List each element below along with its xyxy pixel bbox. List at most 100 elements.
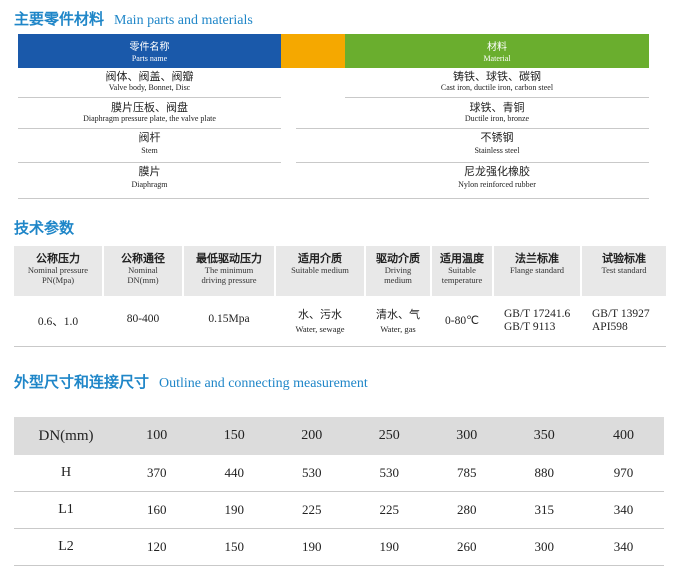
- section-title-dims: 外型尺寸和连接尺寸 Outline and connecting measurem…: [14, 371, 368, 392]
- dims-header-cell: 400: [613, 428, 634, 443]
- section-title-parts: 主要零件材料 Main parts and materials: [14, 8, 253, 29]
- tech-params-table: 公称压力 Nominal pressure PN(Mpa) 公称通径 Nominal D…: [14, 246, 666, 347]
- dims-cell: 340: [613, 539, 634, 554]
- dims-cell: 315: [534, 502, 555, 517]
- material-cn: 球铁、青铜: [469, 101, 525, 114]
- section-title-en: Main parts and materials: [114, 13, 253, 28]
- tech-header-en: The minimum: [204, 265, 254, 275]
- section-title-en: Outline and connecting measurement: [159, 376, 368, 391]
- section-title-cn: 主要零件材料: [14, 10, 105, 28]
- part-name-en: Diaphragm: [131, 180, 168, 189]
- tech-header-cn: 适用介质: [298, 252, 342, 265]
- dims-row: L1 160 190 225 225 280 315 340: [14, 492, 664, 529]
- dims-header-cell: 250: [378, 428, 400, 443]
- dims-header-cell: 200: [301, 428, 323, 443]
- parts-row: 阀杆 Stem 不锈钢 Stainless steel: [18, 131, 649, 158]
- dims-header-cell: 150: [223, 428, 245, 443]
- tech-header-row: 公称压力 Nominal pressure PN(Mpa) 公称通径 Nominal D…: [14, 246, 666, 296]
- dims-cell: 785: [457, 465, 477, 480]
- value-dn: 80-400: [126, 313, 160, 325]
- dims-cell: 300: [534, 539, 555, 554]
- material-cn: 铸铁、球铁、碳钢: [453, 70, 541, 83]
- dims-cell: 280: [457, 502, 477, 517]
- material-header-cn: 材料: [487, 42, 507, 53]
- value-test-2: API598: [592, 321, 628, 333]
- dims-cell: 190: [379, 539, 400, 554]
- tech-header-en: PN(Mpa): [41, 275, 75, 285]
- dims-cell: 530: [379, 465, 400, 480]
- dims-cell: 190: [302, 539, 322, 554]
- tech-header-en: Suitable medium: [291, 265, 349, 275]
- dims-header-cell: 350: [533, 428, 555, 443]
- tech-header-cell: 法兰标准 Flange standard: [494, 246, 580, 296]
- tech-header-cn: 公称压力: [36, 252, 80, 265]
- section-title-tech: 技术参数: [14, 217, 74, 238]
- tech-header-cn: 最低驱动压力: [196, 252, 262, 265]
- part-name-cn: 阀体、阀盖、阀瓣: [105, 70, 194, 83]
- material-en: Ductile iron, bronze: [464, 114, 530, 123]
- parts-name-header: 零件名称 Parts name: [18, 34, 281, 68]
- row-divider: [296, 128, 649, 129]
- tech-header-en: Suitable: [448, 265, 476, 275]
- value-medium-cn: 水、污水: [298, 308, 342, 321]
- tech-header-en: Flange standard: [509, 265, 565, 275]
- value-test-1: GB/T 13927: [592, 308, 650, 320]
- dims-cell: 225: [302, 502, 322, 517]
- value-flange: GB/T 17241.6 GB/T 9113: [494, 296, 580, 346]
- material-en: Nylon reinforced rubber: [458, 180, 536, 189]
- tech-header-en: DN(mm): [127, 275, 159, 285]
- row-divider: [18, 198, 649, 199]
- material-cn: 尼龙强化橡胶: [464, 165, 530, 178]
- dims-cell: 160: [147, 502, 167, 517]
- tech-header-en: temperature: [441, 275, 483, 285]
- row-divider: [18, 162, 281, 163]
- tech-header-cell: 最低驱动压力 The minimum driving pressure: [184, 246, 274, 296]
- material-en: Stainless steel: [474, 146, 520, 155]
- dims-header-cell: 100: [146, 428, 168, 443]
- dims-header-cell: DN(mm): [38, 427, 94, 444]
- value-flange-2: GB/T 9113: [504, 321, 556, 333]
- tech-header-cn: 法兰标准: [515, 252, 559, 265]
- part-name-en: Stem: [141, 146, 158, 155]
- row-divider: [18, 128, 281, 129]
- value-medium: 水、污水 Water, sewage: [276, 296, 364, 346]
- tech-header-en: Nominal pressure: [27, 265, 89, 275]
- tech-header-en: Test standard: [601, 265, 647, 275]
- tech-header-cell: 公称通径 Nominal DN(mm): [104, 246, 182, 296]
- tech-header-cn: 适用温度: [440, 252, 484, 265]
- value-drive-cn: 清水、气: [376, 308, 420, 321]
- dims-row: H 370 440 530 530 785 880 970: [14, 455, 664, 492]
- tech-header-cn: 公称通径: [121, 252, 165, 265]
- value-test: GB/T 13927 API598: [582, 296, 666, 346]
- tech-header-en: medium: [384, 275, 412, 285]
- value-medium-en: Water, sewage: [295, 324, 345, 334]
- header-accent-block: [281, 34, 345, 68]
- tech-header-cell: 适用温度 Suitable temperature: [432, 246, 492, 296]
- dims-cell: 225: [379, 502, 400, 517]
- parts-row: 阀体、阀盖、阀瓣 Valve body, Bonnet, Disc 铸铁、球铁、碳…: [18, 70, 649, 93]
- tech-header-cell: 公称压力 Nominal pressure PN(Mpa): [14, 246, 102, 296]
- tech-header-cell: 试验标准 Test standard: [582, 246, 666, 296]
- dims-cell: 340: [613, 502, 634, 517]
- dims-cell: 880: [534, 465, 555, 480]
- part-name-cn: 膜片: [138, 165, 161, 178]
- tech-header-cn: 试验标准: [602, 252, 646, 265]
- row-divider: [345, 97, 649, 98]
- dims-cell: L1: [58, 502, 74, 517]
- dims-header-row: DN(mm) 100 150 200 250 300 350 400: [14, 417, 664, 455]
- tech-header-en: driving pressure: [201, 275, 257, 285]
- row-divider: [296, 162, 649, 163]
- dims-cell: 370: [147, 465, 167, 480]
- tech-values-row: 0.6、1.0 80-400 0.15Mpa 水、污水 Water, sewage…: [14, 296, 666, 347]
- material-cn: 不锈钢: [480, 131, 514, 144]
- parts-row: 膜片压板、阀盘 Diaphragm pressure plate, the val…: [18, 101, 649, 124]
- dims-cell: H: [60, 465, 72, 480]
- parts-name-header-en: Parts name: [131, 54, 168, 63]
- tech-header-cell: 驱动介质 Driving medium: [366, 246, 430, 296]
- dims-cell: L2: [58, 539, 74, 554]
- value-pressure: 0.6、1.0: [37, 316, 79, 328]
- value-drive-medium: 清水、气 Water, gas: [366, 296, 430, 346]
- dims-cell: 150: [224, 539, 245, 554]
- tech-header-en: Driving: [384, 265, 412, 275]
- value-temperature: 0-80℃: [445, 315, 479, 327]
